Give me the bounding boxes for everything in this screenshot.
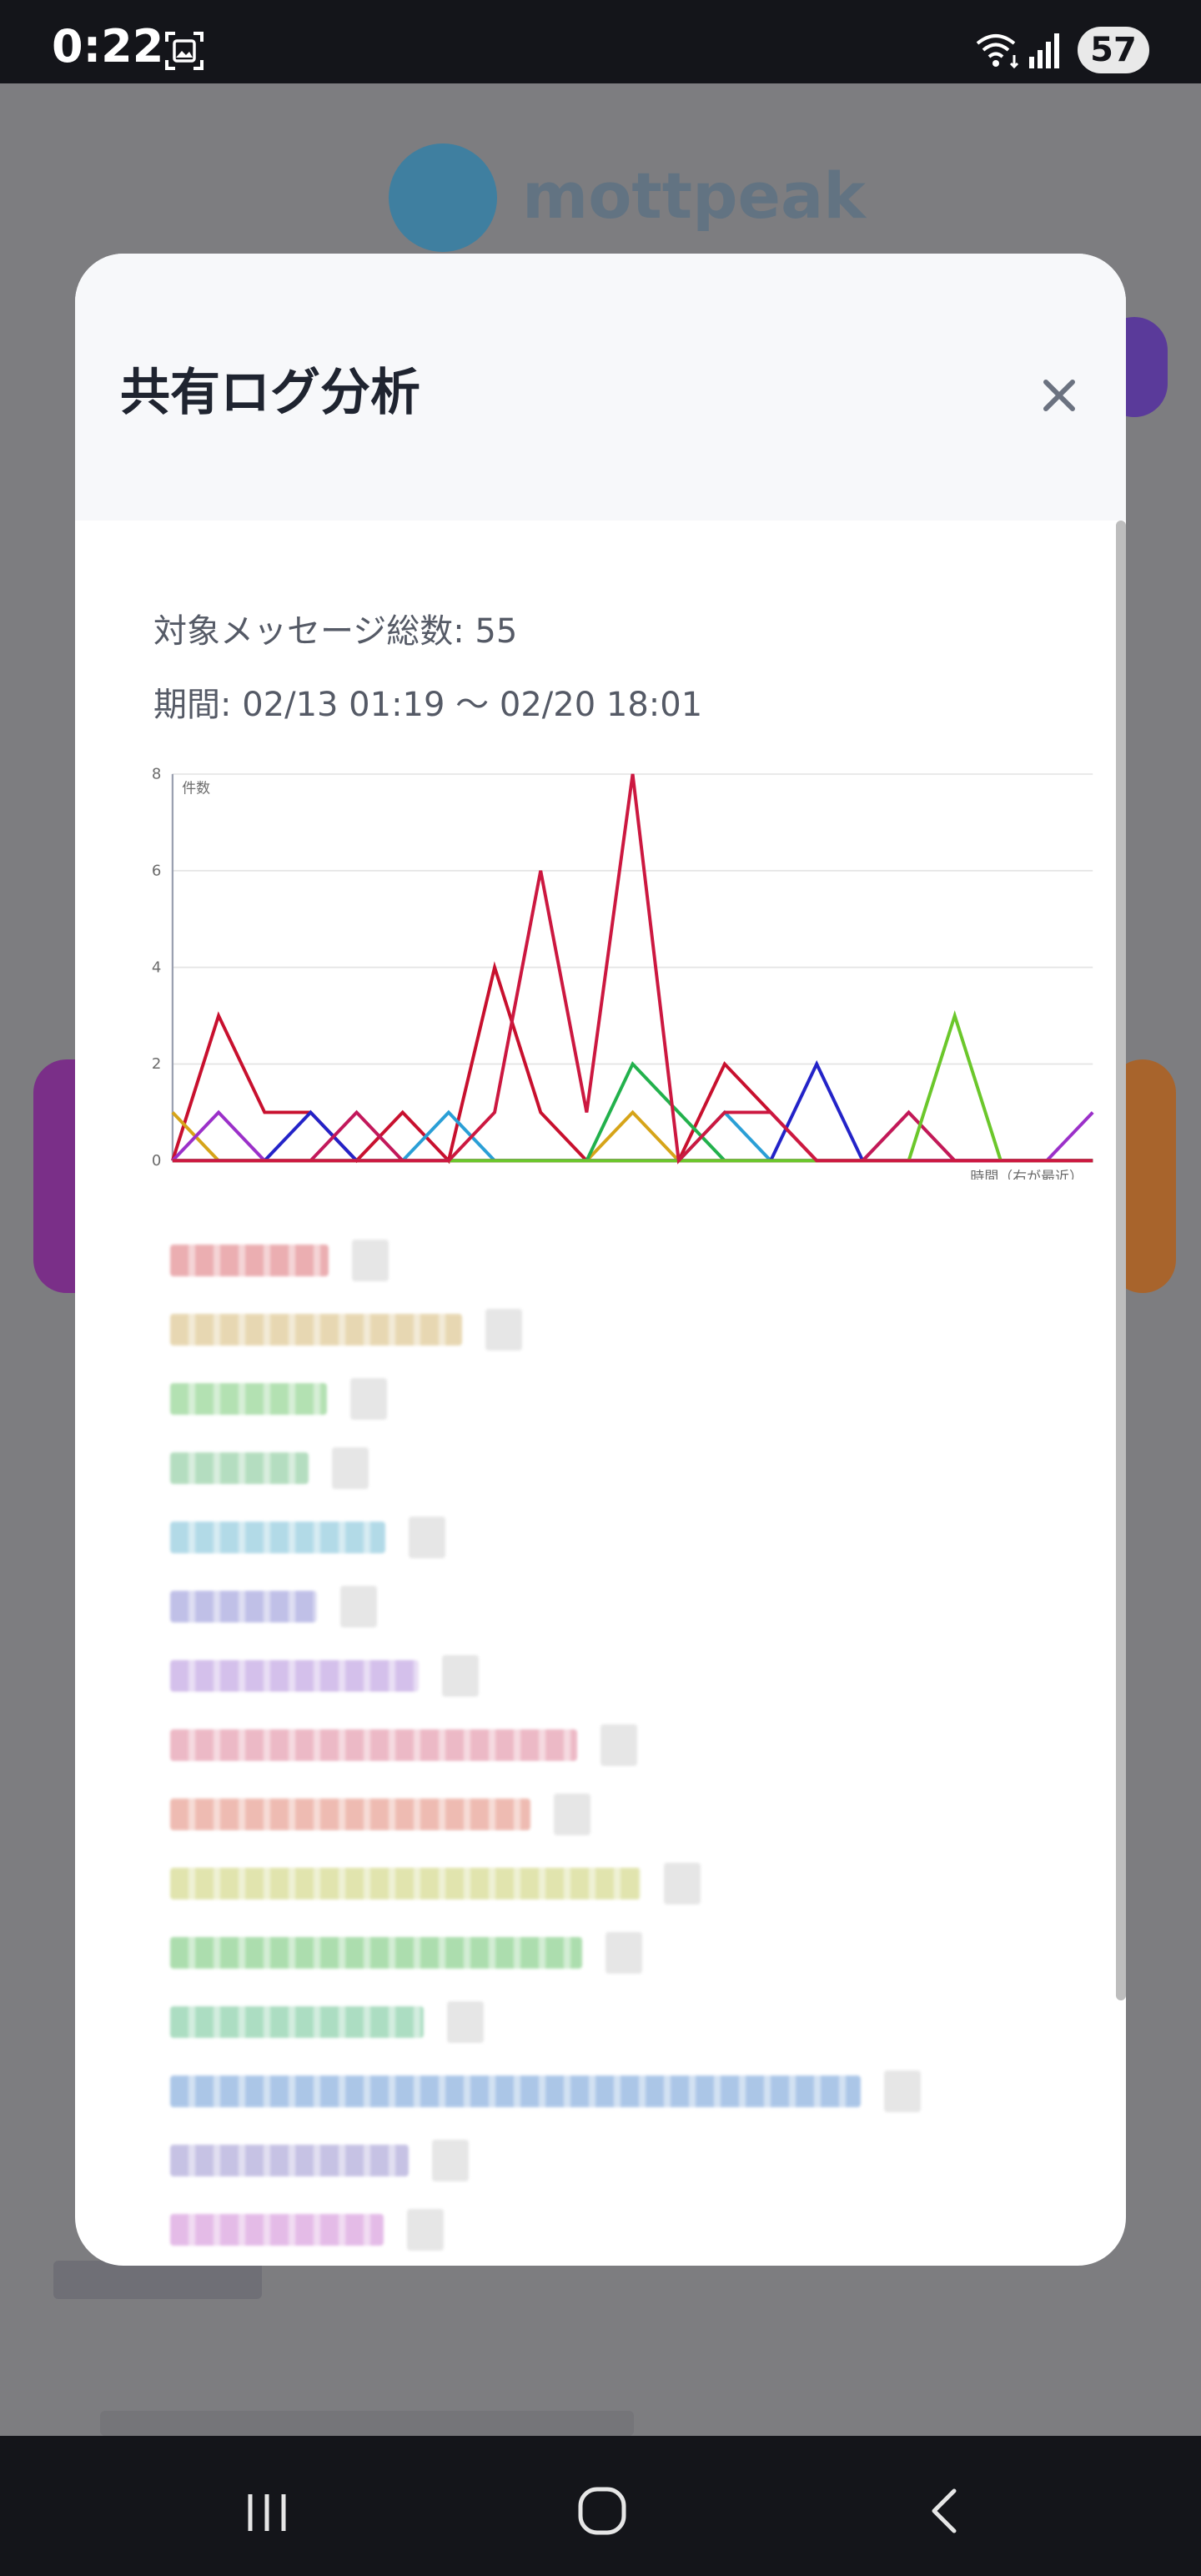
period-range: 期間: 02/13 01:19 〜 02/20 18:01	[153, 686, 703, 724]
modal-title: 共有ログ分析	[120, 364, 420, 422]
background-heading	[53, 2261, 262, 2299]
legend-count-redacted	[664, 1863, 701, 1904]
series-line	[172, 1010, 1093, 1163]
y-axis-title: 件数	[182, 780, 210, 797]
series-line	[172, 1109, 1093, 1163]
modal-scrollbar[interactable]	[1116, 521, 1126, 2000]
modal-header: 共有ログ分析	[75, 254, 1126, 521]
legend-count-redacted	[409, 1517, 445, 1558]
series-line	[171, 1109, 1094, 1163]
legend-name-redacted	[170, 1799, 530, 1830]
legend-name-redacted	[170, 1245, 329, 1276]
legend-count-redacted	[432, 2140, 469, 2181]
legend-name-redacted	[170, 1660, 419, 1692]
background-logo-text: mottpeak	[522, 158, 866, 233]
close-icon[interactable]	[1034, 370, 1084, 420]
legend-name-redacted	[170, 2214, 384, 2246]
y-tick-labels: 0 2 4 6 8	[152, 766, 162, 1170]
legend-name-redacted	[170, 2006, 424, 2038]
legend-name-redacted	[170, 1868, 641, 1899]
battery-indicator: 57	[1078, 27, 1149, 73]
y-tick-label: 6	[152, 862, 162, 879]
nav-bar	[0, 2436, 1201, 2576]
y-tick-label: 2	[152, 1055, 162, 1073]
recents-icon[interactable]	[242, 2488, 292, 2538]
signal-icon	[1029, 33, 1059, 68]
x-axis-title: 時間（右が最近）	[970, 1168, 1083, 1180]
status-time: 0:22	[52, 20, 164, 73]
status-bar: 0:22 57	[0, 0, 1201, 83]
y-tick-label: 0	[152, 1152, 162, 1170]
legend-count-redacted	[485, 1309, 522, 1351]
back-icon[interactable]	[921, 2484, 971, 2538]
legend-count-redacted	[407, 2209, 444, 2251]
legend-count-redacted	[340, 1586, 377, 1628]
photo-icon	[165, 32, 204, 70]
legend-count-redacted	[442, 1655, 479, 1697]
total-messages: 対象メッセージ総数: 55	[153, 612, 518, 651]
wifi-icon	[976, 34, 1019, 69]
legend-name-redacted	[170, 1591, 317, 1623]
y-tick-label: 8	[152, 766, 162, 783]
legend-count-redacted	[332, 1447, 369, 1489]
message-count-chart: 件数 時間（右が最近） 02468 2/13 01:002/16 19:002/…	[152, 766, 1094, 1180]
legend-name-redacted	[170, 1383, 327, 1415]
legend-name-redacted	[170, 1522, 385, 1553]
legend-name-redacted	[170, 1937, 582, 1969]
legend-count-redacted	[884, 2070, 921, 2112]
legend-name-redacted	[170, 1729, 577, 1761]
legend-count-redacted	[350, 1378, 387, 1420]
chart-grid	[172, 773, 1093, 1162]
legend-name-redacted	[170, 2075, 861, 2107]
legend-name-redacted	[170, 2145, 409, 2176]
background-logo-icon	[389, 143, 497, 252]
series-line	[172, 1109, 1093, 1163]
legend-count-redacted	[600, 1724, 637, 1766]
background-row	[100, 2411, 634, 2436]
legend-name-redacted	[170, 1452, 309, 1484]
log-analysis-modal: 共有ログ分析 対象メッセージ総数: 55 期間: 02/13 01:19 〜 0…	[75, 254, 1126, 2266]
home-icon[interactable]	[575, 2484, 629, 2538]
y-tick-label: 4	[152, 958, 162, 976]
legend-count-redacted	[447, 2001, 484, 2043]
legend-count-redacted	[554, 1794, 590, 1835]
legend-count-redacted	[606, 1932, 642, 1974]
legend-name-redacted	[170, 1314, 462, 1346]
series-line	[171, 1109, 1093, 1163]
legend-count-redacted	[352, 1240, 389, 1281]
